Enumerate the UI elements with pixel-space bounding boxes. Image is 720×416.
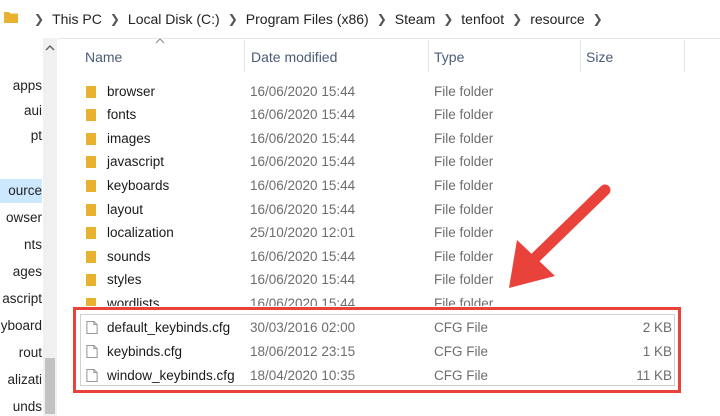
address-bar[interactable]: ❯ This PC ❯ Local Disk (C:) ❯ Program Fi… xyxy=(0,0,720,39)
file-type: File folder xyxy=(434,202,494,217)
folder-icon xyxy=(86,227,96,239)
chevron-right-icon[interactable]: ❯ xyxy=(228,12,238,26)
sort-ascending-icon xyxy=(155,38,165,44)
file-date: 16/06/2020 15:44 xyxy=(250,249,356,264)
arrow-annotation-icon xyxy=(509,184,611,288)
nav-item[interactable]: alizati xyxy=(0,368,42,392)
chevron-right-icon[interactable]: ❯ xyxy=(377,12,387,26)
chevron-right-icon[interactable]: ❯ xyxy=(34,12,44,26)
file-type: File folder xyxy=(434,107,494,122)
nav-item[interactable]: aui xyxy=(0,99,42,123)
file-name: sounds xyxy=(107,249,151,264)
file-date: 16/06/2020 15:44 xyxy=(250,84,356,99)
file-type: File folder xyxy=(434,178,494,193)
chevron-right-icon[interactable]: ❯ xyxy=(512,12,522,26)
chevron-right-icon[interactable]: ❯ xyxy=(443,12,453,26)
file-date: 16/06/2020 15:44 xyxy=(250,272,356,287)
file-type: File folder xyxy=(434,84,494,99)
column-header-row: Name Date modified Type Size xyxy=(58,38,720,74)
column-name[interactable]: Name xyxy=(85,49,122,65)
nav-scrollbar[interactable] xyxy=(43,38,57,416)
nav-item[interactable]: unds xyxy=(0,395,42,416)
folder-icon xyxy=(86,86,96,98)
selection-outline xyxy=(80,314,675,386)
breadcrumb-resource[interactable]: resource xyxy=(530,11,584,27)
nav-item[interactable]: owser xyxy=(0,206,42,230)
nav-item[interactable]: apps xyxy=(0,74,42,98)
list-item-folder[interactable]: browser 16/06/2020 15:44 File folder xyxy=(58,80,720,103)
chevron-right-icon[interactable]: ❯ xyxy=(110,12,120,26)
nav-item[interactable]: ages xyxy=(0,260,42,284)
file-date: 16/06/2020 15:44 xyxy=(250,202,356,217)
column-divider[interactable] xyxy=(684,40,685,72)
file-name: layout xyxy=(107,202,144,217)
file-name: images xyxy=(107,131,151,146)
file-name: wordlists xyxy=(107,296,160,306)
column-type[interactable]: Type xyxy=(434,49,464,65)
folder-icon xyxy=(4,12,18,23)
column-divider[interactable] xyxy=(244,40,245,72)
file-name: javascript xyxy=(107,154,165,169)
file-date: 25/10/2020 12:01 xyxy=(250,225,356,240)
file-date: 16/06/2020 15:44 xyxy=(250,154,356,169)
scrollbar-thumb[interactable] xyxy=(45,358,55,414)
column-divider[interactable] xyxy=(428,40,429,72)
nav-item[interactable]: ascript xyxy=(0,287,42,311)
folder-icon xyxy=(86,156,96,168)
file-name: browser xyxy=(107,84,156,99)
breadcrumb: ❯ This PC ❯ Local Disk (C:) ❯ Program Fi… xyxy=(26,11,611,27)
file-date: 16/06/2020 15:44 xyxy=(250,131,356,146)
nav-item-selected[interactable]: ource xyxy=(0,179,42,203)
folder-icon xyxy=(86,251,96,263)
breadcrumb-local-disk[interactable]: Local Disk (C:) xyxy=(128,11,220,27)
scroll-up-arrow-icon[interactable] xyxy=(45,44,55,52)
list-item-folder[interactable]: keyboards 16/06/2020 15:44 File folder xyxy=(58,174,720,197)
nav-item[interactable]: pt xyxy=(0,124,42,148)
file-name: keyboards xyxy=(107,178,170,193)
breadcrumb-tenfoot[interactable]: tenfoot xyxy=(461,11,504,27)
nav-item[interactable]: yboard xyxy=(0,314,42,338)
list-item-folder[interactable]: images 16/06/2020 15:44 File folder xyxy=(58,127,720,150)
navigation-pane: apps aui pt ource owser nts ages ascript… xyxy=(0,38,58,416)
file-type: File folder xyxy=(434,249,494,264)
file-name: styles xyxy=(107,272,142,287)
file-type: File folder xyxy=(434,154,494,169)
file-type: File folder xyxy=(434,225,494,240)
column-divider[interactable] xyxy=(580,40,581,72)
list-item-folder[interactable]: localization 25/10/2020 12:01 File folde… xyxy=(58,221,720,244)
list-item-folder[interactable]: styles 16/06/2020 15:44 File folder xyxy=(58,268,720,291)
breadcrumb-program-files[interactable]: Program Files (x86) xyxy=(246,11,369,27)
breadcrumb-this-pc[interactable]: This PC xyxy=(52,11,102,27)
breadcrumb-steam[interactable]: Steam xyxy=(395,11,435,27)
nav-item[interactable]: nts xyxy=(0,233,42,257)
list-item-folder[interactable]: fonts 16/06/2020 15:44 File folder xyxy=(58,103,720,126)
list-item-folder[interactable]: layout 16/06/2020 15:44 File folder xyxy=(58,198,720,221)
file-name: fonts xyxy=(107,107,137,122)
column-date-modified[interactable]: Date modified xyxy=(251,49,337,65)
folder-icon xyxy=(86,274,96,286)
folder-icon xyxy=(86,298,96,306)
file-type: File folder xyxy=(434,131,494,146)
file-name: localization xyxy=(107,225,174,240)
file-date: 16/06/2020 15:44 xyxy=(250,178,356,193)
chevron-right-icon[interactable]: ❯ xyxy=(593,12,603,26)
list-item-folder[interactable]: sounds 16/06/2020 15:44 File folder xyxy=(58,245,720,268)
folder-icon xyxy=(86,204,96,216)
file-type: File folder xyxy=(434,296,494,306)
list-item-folder[interactable]: wordlists 16/06/2020 15:44 File folder xyxy=(58,292,720,306)
list-item-folder[interactable]: javascript 16/06/2020 15:44 File folder xyxy=(58,150,720,173)
column-size[interactable]: Size xyxy=(586,49,613,65)
folder-icon xyxy=(86,180,96,192)
file-date: 16/06/2020 15:44 xyxy=(250,296,356,306)
file-type: File folder xyxy=(434,272,494,287)
folder-icon xyxy=(86,109,96,121)
folder-icon xyxy=(86,133,96,145)
file-date: 16/06/2020 15:44 xyxy=(250,107,356,122)
nav-item[interactable]: rout xyxy=(0,341,42,365)
